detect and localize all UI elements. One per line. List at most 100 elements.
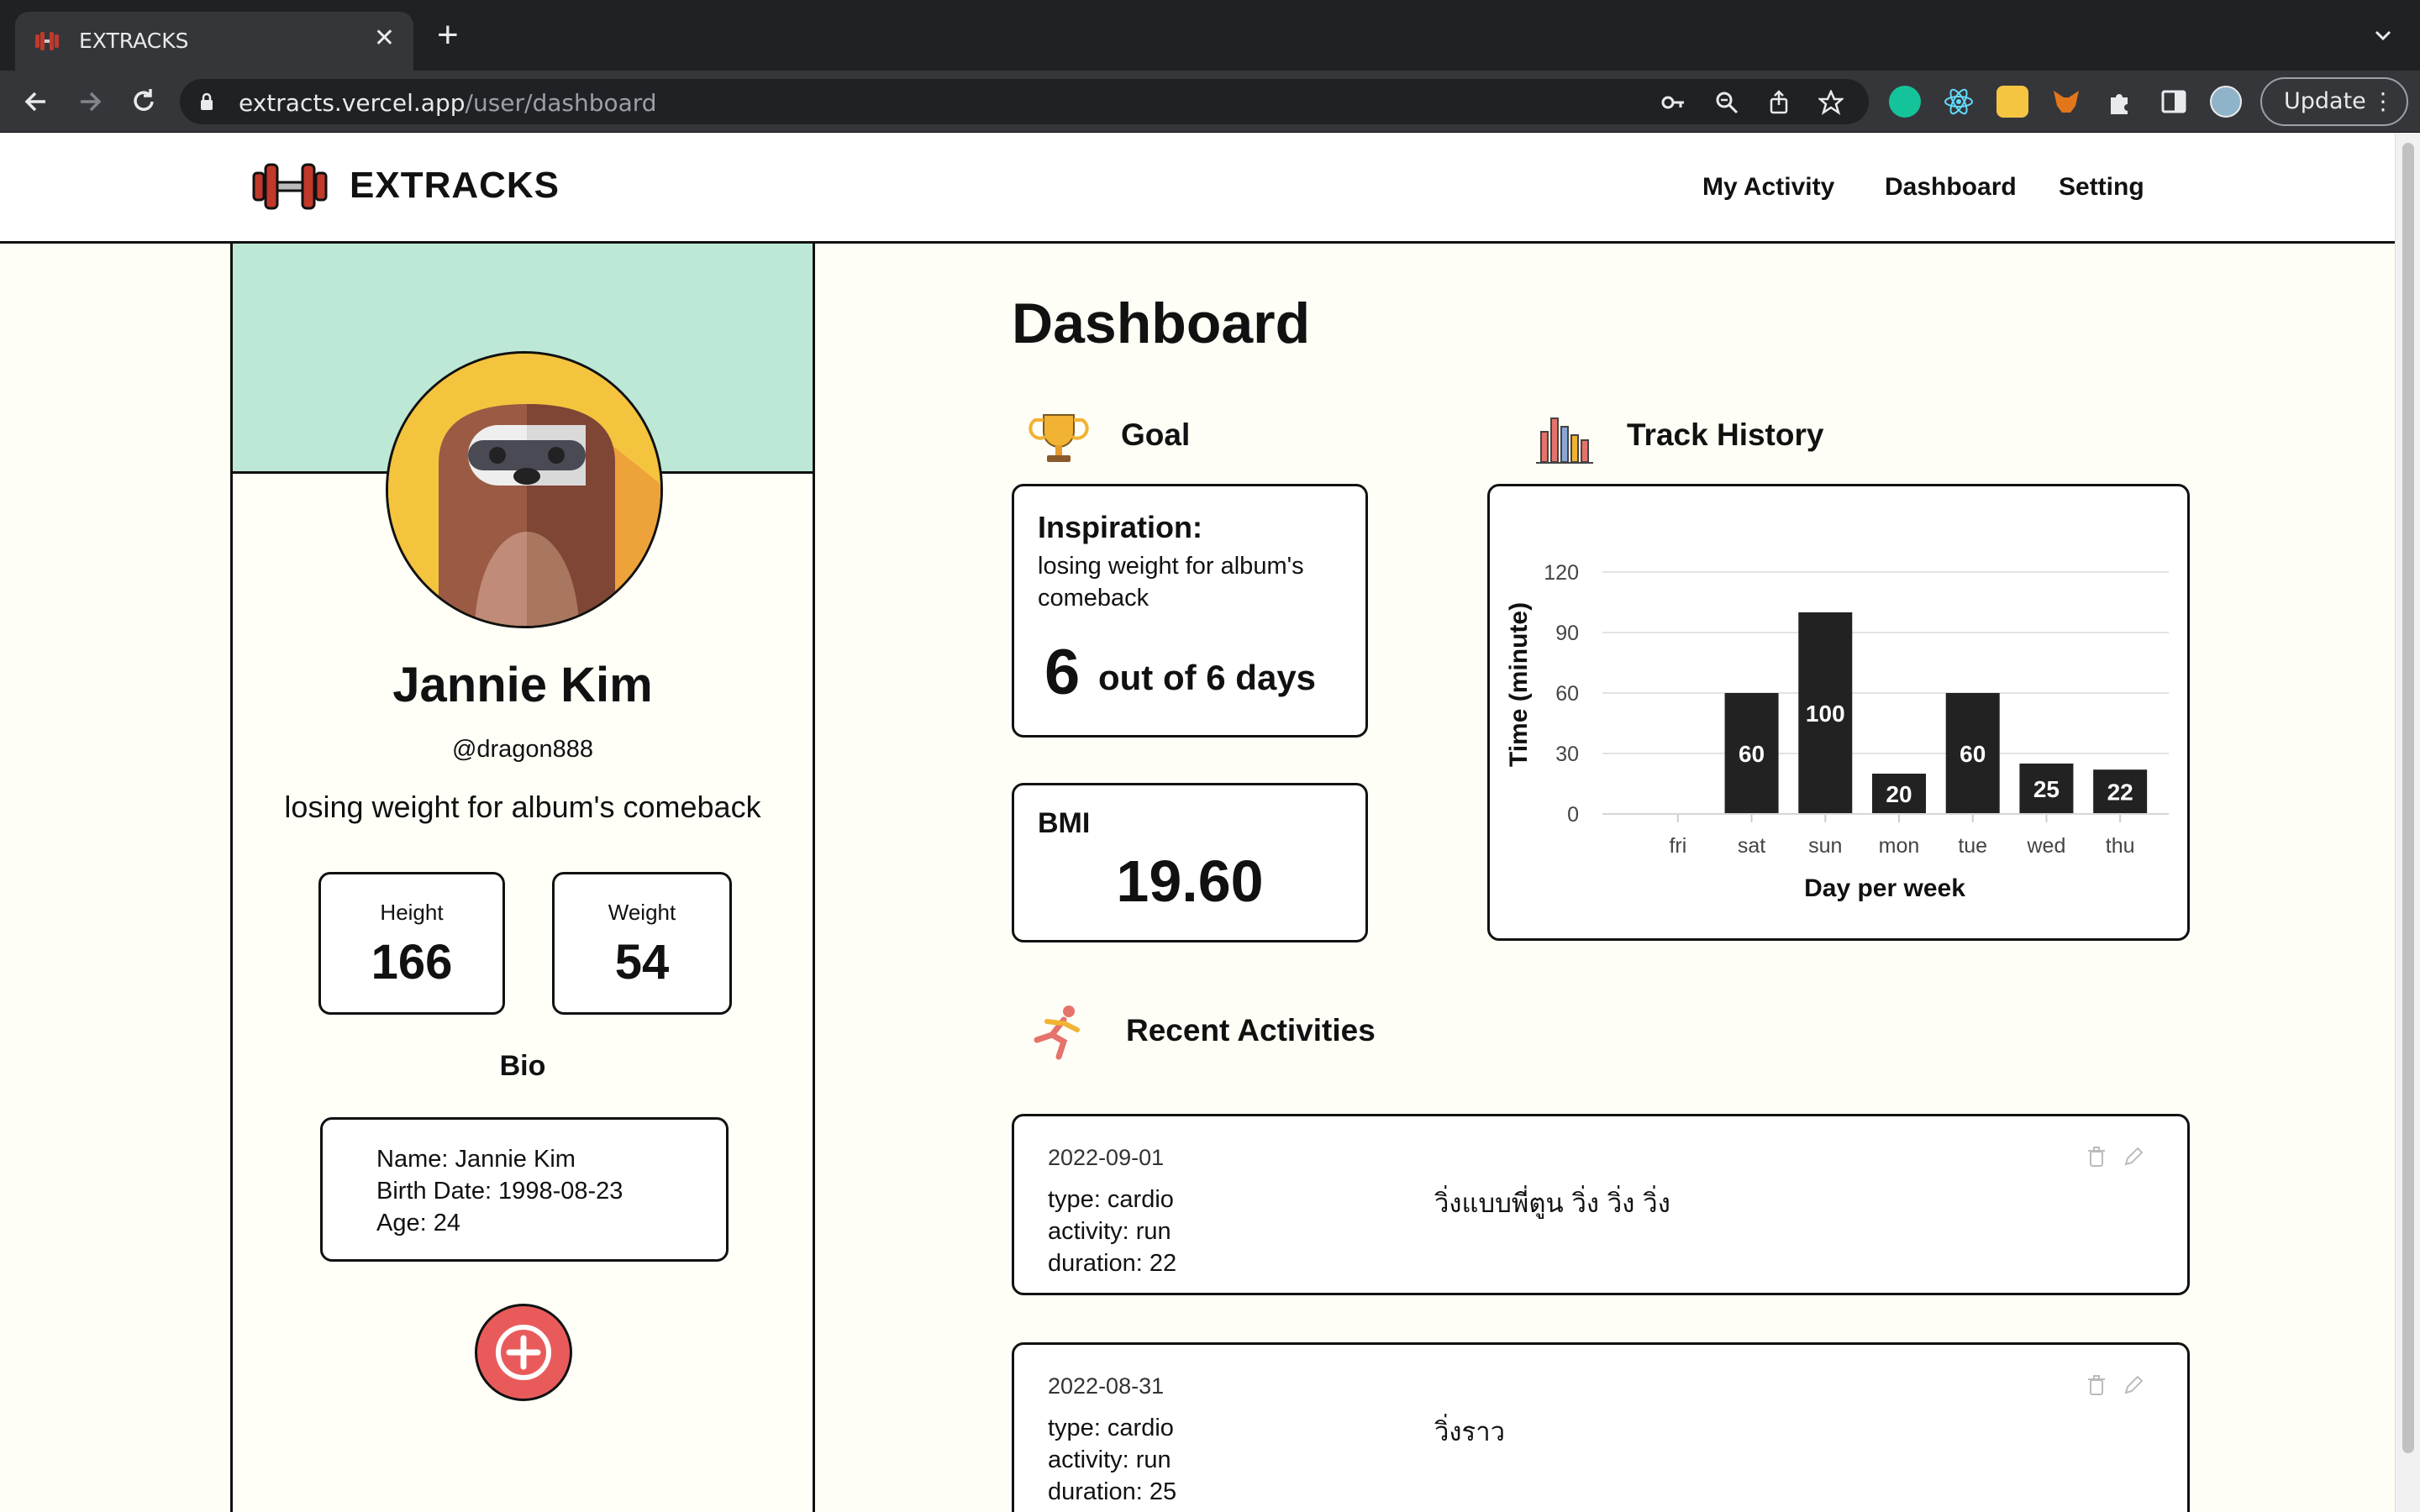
chart-x-tick-label: thu [2106, 834, 2135, 858]
chart-x-tick-label: mon [1879, 834, 1920, 858]
trash-icon[interactable] [2085, 1145, 2108, 1168]
side-panel-icon[interactable] [2158, 86, 2190, 118]
edit-pencil-icon[interactable] [2122, 1373, 2145, 1397]
activity-details: type: cardio activity: run duration: 25 [1048, 1412, 1176, 1508]
bio-title: Bio [499, 1050, 546, 1082]
chart-x-tick-label: sun [1808, 834, 1842, 858]
browser-tab-strip: EXTRACKS ✕ + [0, 0, 2420, 71]
chart-x-tick-label: fri [1669, 834, 1686, 858]
bio-birth-date: Birth Date: 1998-08-23 [376, 1178, 623, 1205]
trophy-icon [1028, 414, 1089, 462]
reload-icon[interactable] [128, 86, 160, 118]
profile-panel: Jannie Kim @dragon888 losing weight for … [230, 244, 815, 1512]
bmi-card: BMI 19.60 [1012, 783, 1368, 942]
key-icon[interactable] [1660, 90, 1686, 115]
lock-icon[interactable] [200, 92, 213, 111]
profile-inspiration: losing weight for album's comeback [284, 790, 761, 824]
nav-setting[interactable]: Setting [2059, 173, 2144, 202]
bookmark-star-icon[interactable] [1818, 90, 1844, 115]
recent-activities-title: Recent Activities [1126, 1013, 1376, 1047]
weight-card: Weight 54 [552, 872, 732, 1015]
height-value: 166 [371, 935, 453, 990]
profile-avatar-icon[interactable] [2210, 86, 2242, 118]
chart-y-tick-label: 30 [1555, 743, 1579, 766]
sloth-avatar-image [388, 354, 660, 626]
bmi-label: BMI [1038, 807, 1091, 839]
activity-name: activity: run [1048, 1218, 1171, 1245]
chart-data-label: 22 [2107, 780, 2133, 806]
chart-x-tick-label: sat [1738, 834, 1765, 858]
bio-name: Name: Jannie Kim [376, 1146, 576, 1173]
site-logo-text[interactable]: EXTRACKS [350, 165, 560, 207]
metamask-fox-icon[interactable] [2050, 86, 2082, 118]
more-menu-icon[interactable]: ⋮ [2371, 79, 2395, 124]
page-title: Dashboard [1012, 291, 1311, 355]
profile-name: Jannie Kim [392, 658, 653, 712]
chart-y-tick-label: 120 [1544, 561, 1579, 585]
chart-y-tick-label: 0 [1567, 803, 1579, 827]
add-activity-button[interactable] [475, 1304, 572, 1401]
chart-x-tick-label: tue [1958, 834, 1987, 858]
bar-chart-icon [1536, 417, 1593, 464]
browser-update-button[interactable]: Update ⋮ [2260, 77, 2408, 126]
activity-card: 2022-09-01 type: cardio activity: run du… [1012, 1114, 2190, 1295]
bio-card: Name: Jannie Kim Birth Date: 1998-08-23 … [320, 1117, 729, 1262]
goal-title: Goal [1121, 417, 1191, 452]
activity-details: type: cardio activity: run duration: 22 [1048, 1184, 1176, 1279]
react-devtools-icon[interactable] [1943, 86, 1975, 118]
grammarly-extension-icon[interactable] [1889, 86, 1921, 118]
nav-my-activity[interactable]: My Activity [1702, 173, 1834, 202]
weight-value: 54 [614, 935, 670, 990]
activity-note: วิ่งแบบพี่ตูน วิ่ง วิ่ง วิ่ง [1434, 1189, 1670, 1219]
profile-handle: @dragon888 [451, 736, 594, 763]
address-bar[interactable]: extracts.vercel.app/user/dashboard [180, 79, 1869, 124]
chart-data-label: 20 [1886, 781, 1912, 807]
site-header: EXTRACKS My Activity Dashboard Setting [0, 133, 2395, 244]
edit-pencil-icon[interactable] [2122, 1145, 2145, 1168]
chart-data-label: 60 [1960, 741, 1986, 767]
goal-rest: out of 6 days [1098, 658, 1317, 697]
chart-y-axis-title: Time (minute) [1505, 602, 1533, 767]
track-history-chart: 0 30 60 90 120 fri 60 sat 100 sun 20 mon 60 tue 25 wed 2… [1505, 561, 2169, 902]
tab-close-icon[interactable]: ✕ [374, 24, 395, 53]
chart-y-tick-label: 90 [1555, 622, 1579, 645]
zoom-icon[interactable] [1714, 90, 1739, 115]
track-history-title: Track History [1627, 417, 1824, 452]
activity-duration: duration: 22 [1048, 1250, 1177, 1277]
extensions-puzzle-icon[interactable] [2104, 86, 2136, 118]
chart-x-axis-title: Day per week [1804, 874, 1965, 902]
scrollbar-thumb[interactable] [2402, 143, 2414, 1453]
nav-dashboard[interactable]: Dashboard [1885, 173, 2017, 202]
goal-heading: Inspiration: [1038, 510, 1202, 544]
activity-note: วิ่งราว [1434, 1417, 1506, 1447]
chart-data-label: 100 [1806, 701, 1845, 727]
activity-date: 2022-09-01 [1048, 1145, 1165, 1170]
bmi-value: 19.60 [1116, 848, 1264, 914]
chart-x-tick-label: wed [2026, 834, 2065, 858]
sloth-avatar [386, 351, 663, 628]
forward-arrow-icon[interactable] [74, 86, 106, 118]
chart-data-label: 25 [2033, 776, 2060, 802]
browser-tab[interactable]: EXTRACKS ✕ [15, 12, 413, 71]
back-arrow-icon[interactable] [20, 86, 52, 118]
activity-date: 2022-08-31 [1048, 1373, 1165, 1399]
trash-icon[interactable] [2085, 1373, 2108, 1397]
url-text: extracts.vercel.app/user/dashboard [239, 89, 657, 117]
page-scrollbar[interactable] [2395, 133, 2420, 1512]
height-label: Height [380, 900, 444, 925]
plus-circle-icon [496, 1325, 551, 1380]
chart-data-label: 60 [1739, 741, 1765, 767]
dumbbell-favicon-icon [35, 32, 59, 50]
activity-name: activity: run [1048, 1446, 1171, 1473]
activity-type: type: cardio [1048, 1186, 1174, 1213]
share-icon[interactable] [1766, 90, 1791, 115]
bio-age: Age: 24 [376, 1210, 460, 1236]
tab-search-chevron-icon[interactable] [2371, 24, 2395, 47]
goal-card: Inspiration: losing weight for album's c… [1012, 484, 1368, 738]
dumbbell-logo-icon[interactable] [252, 161, 328, 212]
track-history-card: 0 30 60 90 120 fri 60 sat 100 sun 20 mon 60 tue 25 wed 2… [1487, 484, 2190, 941]
notes-extension-icon[interactable] [1996, 86, 2028, 118]
activity-card: 2022-08-31 type: cardio activity: run du… [1012, 1342, 2190, 1512]
activity-type: type: cardio [1048, 1415, 1174, 1441]
new-tab-plus-icon[interactable]: + [437, 17, 459, 54]
